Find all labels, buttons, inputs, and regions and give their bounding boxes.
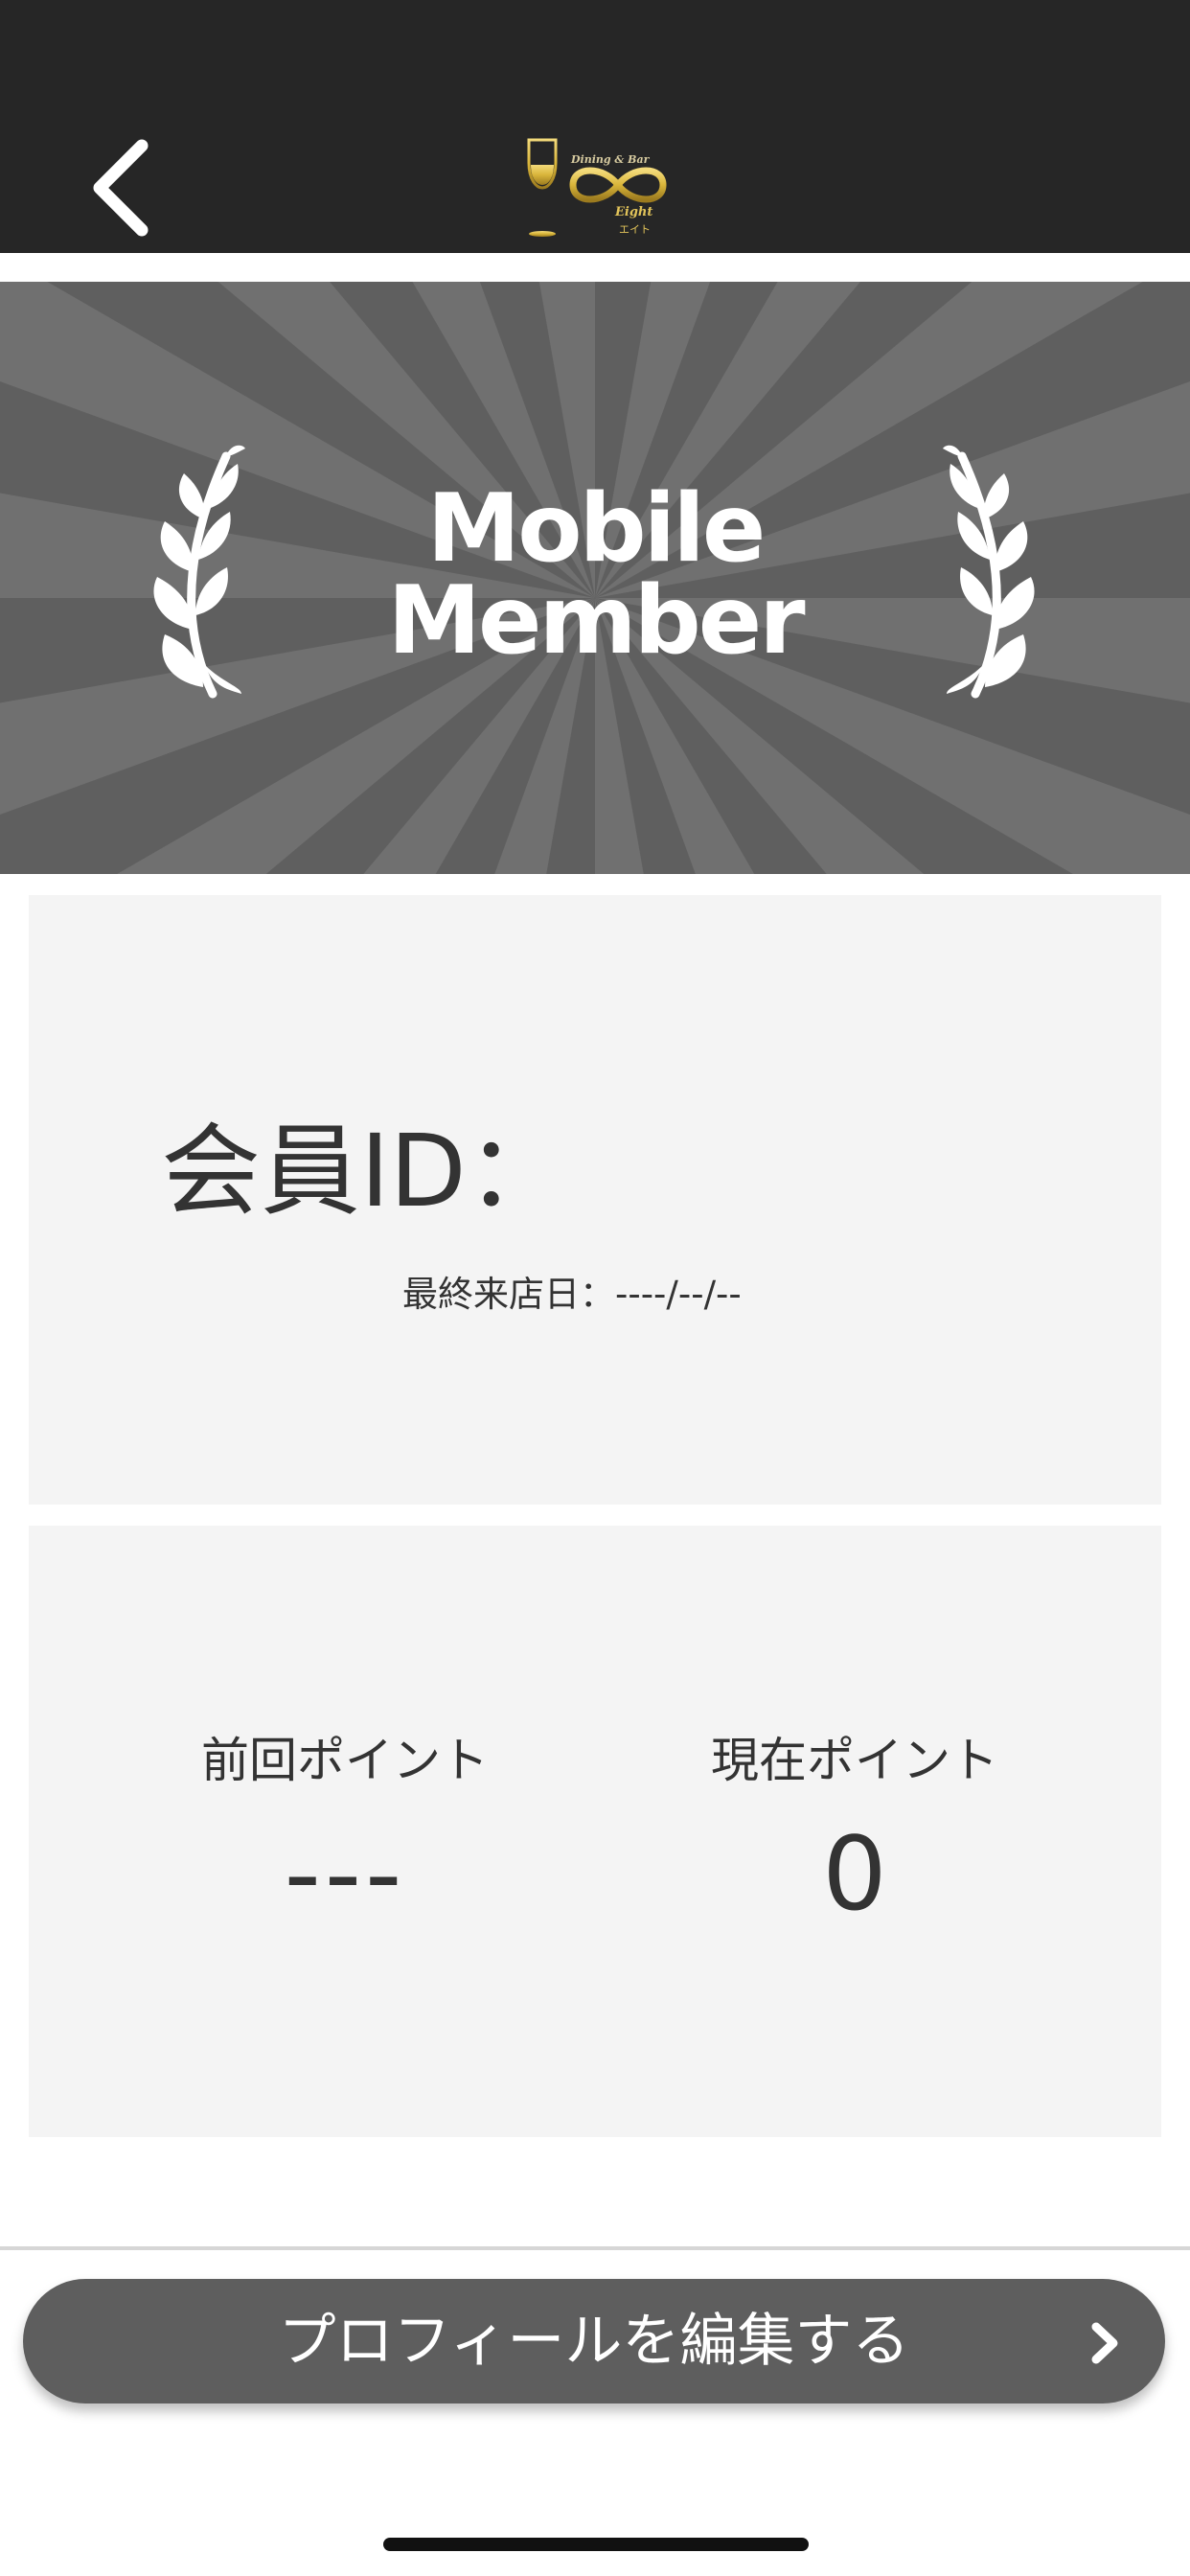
laurel-icon [943,445,1035,699]
logo-text-eight: Eight [615,205,653,219]
edit-profile-button[interactable]: プロフィールを編集する [23,2279,1165,2404]
current-points-value: 0 [822,1815,887,1933]
current-points-label: 現在ポイント [711,1733,998,1788]
member-id-card: 会員ID： 最終来店日：----/--/-- [29,895,1161,1505]
member-id-label: 会員ID： [161,1113,566,1230]
divider [0,2246,1190,2250]
edit-profile-button-label: プロフィールを編集する [278,2308,910,2375]
previous-points-label: 前回ポイント [201,1733,489,1788]
mobile-member-banner: Mobile Member [0,282,1190,874]
chevron-right-icon [1091,2322,1118,2364]
app-header: Dining & Bar Eight エイト [0,0,1190,253]
points-card: 前回ポイント --- 現在ポイント 0 [29,1526,1161,2137]
last-visit-date: 最終来店日：----/--/-- [402,1274,742,1315]
wine-glass-infinity-logo [527,138,667,237]
home-indicator [383,2538,809,2551]
back-button[interactable] [75,126,171,251]
logo-text-katakana: エイト [619,223,651,236]
store-logo: Dining & Bar Eight エイト [517,132,680,247]
chevron-left-icon [93,139,149,237]
current-points: 現在ポイント 0 [586,1722,1123,1925]
previous-points-value: --- [284,1815,406,1933]
previous-points: 前回ポイント --- [77,1722,613,1925]
logo-text-top: Dining & Bar [571,153,650,166]
